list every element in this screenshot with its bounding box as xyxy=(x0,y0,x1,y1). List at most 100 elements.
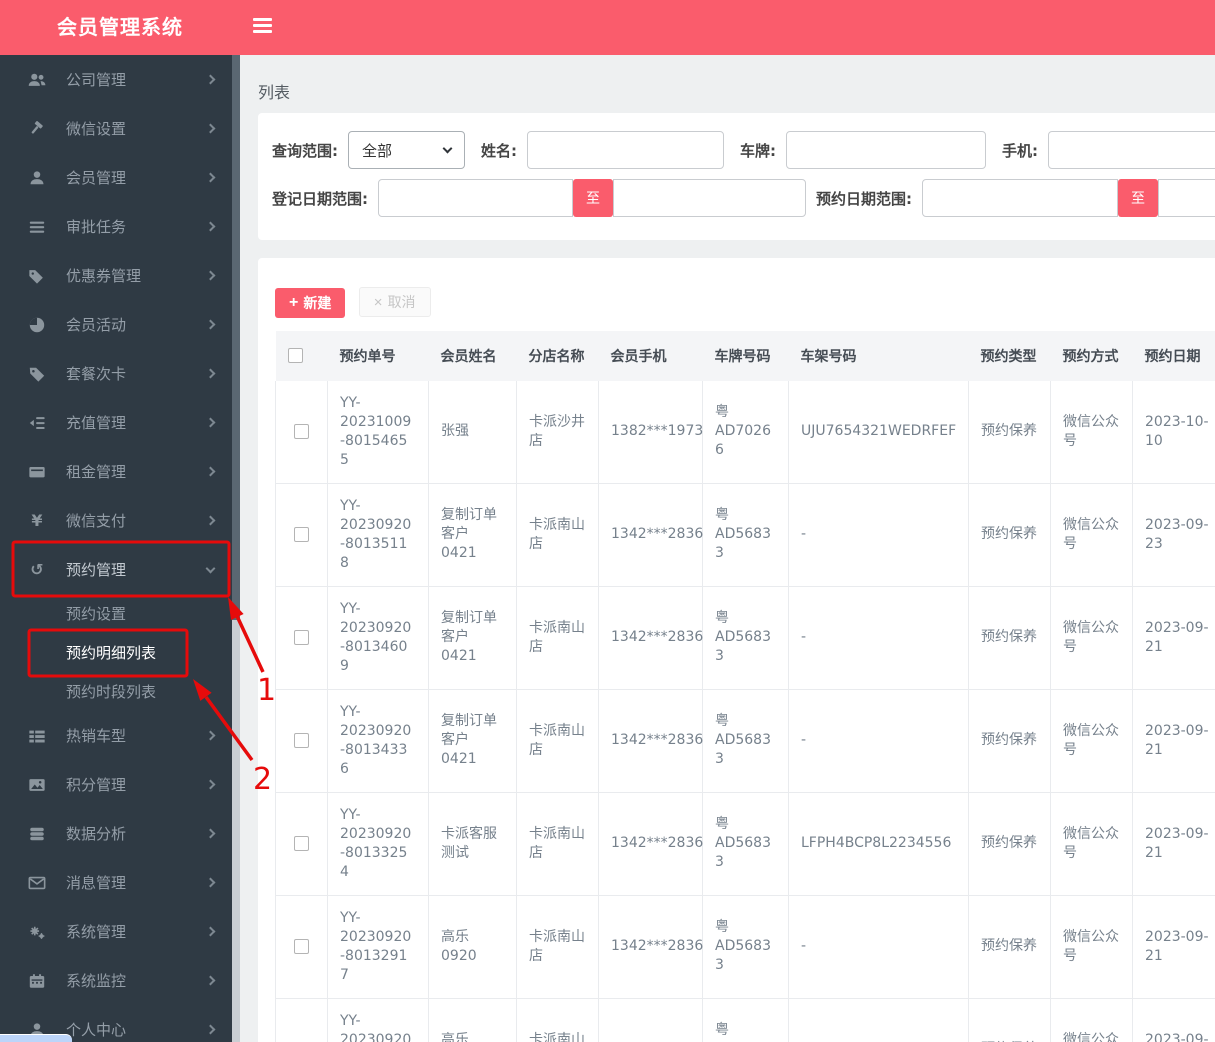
sidebar-item-coupons[interactable]: 优惠券管理 xyxy=(0,251,232,300)
link-preview-tooltip xyxy=(0,1034,72,1042)
row-checkbox[interactable] xyxy=(294,732,309,748)
cell-branch: 卡派南山店 xyxy=(516,689,599,793)
sidebar-item-recharge[interactable]: 充值管理 xyxy=(0,398,232,447)
cell-date: 2023-09-21 xyxy=(1132,792,1215,896)
cell-order-no: YY-20230920-80132674 xyxy=(327,998,429,1042)
name-input[interactable] xyxy=(527,131,724,169)
chevron-right-icon xyxy=(205,828,216,839)
sidebar-subitem-appointment-timeslot-list[interactable]: 预约时段列表 xyxy=(0,672,232,711)
card-icon xyxy=(27,462,47,482)
row-checkbox[interactable] xyxy=(294,526,309,542)
sidebar-item-system-management[interactable]: 系统管理 xyxy=(0,907,232,956)
cell-order-no: YY-20230920-80135118 xyxy=(327,483,429,587)
select-all-checkbox[interactable] xyxy=(287,348,303,363)
cell-date: 2023-09-21 xyxy=(1132,689,1215,793)
cell-vin: LFPH4BCP8L2234556 xyxy=(788,792,969,896)
sidebar-item-wechat-settings[interactable]: 微信设置 xyxy=(0,104,232,153)
close-icon: × xyxy=(373,293,383,311)
appointments-table: 预约单号 会员姓名 分店名称 会员手机 车牌号码 车架号码 预约类型 预约方式 … xyxy=(275,330,1215,1042)
chevron-right-icon xyxy=(205,779,216,790)
pie-chart-icon xyxy=(27,315,47,335)
cell-method: 微信公众号 xyxy=(1050,380,1133,484)
envelope-icon xyxy=(27,873,47,893)
table-row: YY-20230920-80132917 高乐0920 卡派南山店 1342**… xyxy=(275,895,1215,999)
table-row: YY-20230920-80133254 卡派客服测试 卡派南山店 1342**… xyxy=(275,792,1215,896)
chevron-right-icon xyxy=(205,975,216,986)
plus-icon: + xyxy=(289,293,299,311)
chevron-right-icon xyxy=(205,1024,216,1035)
chevron-right-icon xyxy=(205,270,216,281)
table-header-row: 预约单号 会员姓名 分店名称 会员手机 车牌号码 车架号码 预约类型 预约方式 … xyxy=(275,330,1215,381)
row-checkbox[interactable] xyxy=(294,629,309,645)
table-row: YY-20231009-80154655 张强 卡派沙井店 1382***197… xyxy=(275,380,1215,484)
cell-member-name: 卡派客服测试 xyxy=(428,792,517,896)
sidebar-item-system-monitor[interactable]: 系统监控 xyxy=(0,956,232,1005)
chevron-right-icon xyxy=(205,515,216,526)
cell-vin: - xyxy=(788,689,969,793)
cell-branch: 卡派南山店 xyxy=(516,998,599,1042)
cell-plate: 粤AD70266 xyxy=(702,380,789,484)
top-bar: 会员管理系统 xyxy=(0,0,1215,55)
sidebar-item-approval-tasks[interactable]: 审批任务 xyxy=(0,202,232,251)
chevron-right-icon xyxy=(205,221,216,232)
cell-branch: 卡派南山店 xyxy=(516,792,599,896)
sidebar-item-members[interactable]: 会员管理 xyxy=(0,153,232,202)
sidebar-item-points[interactable]: 积分管理 xyxy=(0,760,232,809)
row-checkbox[interactable] xyxy=(294,938,309,954)
sidebar-item-hot-models[interactable]: 热销车型 xyxy=(0,711,232,760)
sidebar-item-rent[interactable]: 租金管理 xyxy=(0,447,232,496)
cell-phone: 1342***2836 xyxy=(598,895,703,999)
cell-branch: 卡派南山店 xyxy=(516,895,599,999)
database-icon xyxy=(27,824,47,844)
cancel-button[interactable]: × 取消 xyxy=(358,287,431,317)
main-content: 列表 查询范围: 全部 姓名: 车牌: 手机: 登记日期范围: 至 预约日期范围… xyxy=(240,55,1215,1042)
appointment-date-to-input[interactable] xyxy=(1158,179,1215,217)
sidebar-item-member-activities[interactable]: 会员活动 xyxy=(0,300,232,349)
gears-icon xyxy=(27,922,47,942)
sidebar-item-messages[interactable]: 消息管理 xyxy=(0,858,232,907)
sidebar-subitem-appointment-settings[interactable]: 预约设置 xyxy=(0,594,232,633)
name-label: 姓名: xyxy=(481,141,517,160)
sidebar-item-appointments[interactable]: ↺ 预约管理 xyxy=(0,545,232,594)
sidebar-subitem-appointment-detail-list[interactable]: 预约明细列表 xyxy=(0,633,232,672)
row-checkbox[interactable] xyxy=(294,835,309,851)
chevron-down-icon xyxy=(205,563,216,573)
cell-method: 微信公众号 xyxy=(1050,586,1133,690)
hamburger-menu-icon[interactable] xyxy=(253,18,273,37)
register-date-to-input[interactable] xyxy=(613,179,806,217)
scope-select[interactable]: 全部 xyxy=(348,131,465,169)
sidebar-item-data-analysis[interactable]: 数据分析 xyxy=(0,809,232,858)
table-row: YY-20230920-80132674 高乐0920 卡派南山店 1342**… xyxy=(275,998,1215,1042)
cell-type: 预约保养 xyxy=(968,483,1051,587)
table-row: YY-20230920-80134609 复制订单客户0421 卡派南山店 13… xyxy=(275,586,1215,690)
outdent-icon xyxy=(27,413,47,433)
register-date-to-button[interactable]: 至 xyxy=(573,179,613,217)
sidebar-item-package-cards[interactable]: 套餐次卡 xyxy=(0,349,232,398)
register-date-from-input[interactable] xyxy=(378,179,573,217)
cell-vin: - xyxy=(788,895,969,999)
cell-branch: 卡派南山店 xyxy=(516,483,599,587)
toolbar: + 新建 × 取消 xyxy=(275,287,1215,318)
sidebar-scrollbar[interactable] xyxy=(232,55,240,1042)
sidebar-item-company[interactable]: 公司管理 xyxy=(0,55,232,104)
cell-method: 微信公众号 xyxy=(1050,998,1133,1042)
chevron-right-icon xyxy=(205,368,216,379)
appointment-date-to-button[interactable]: 至 xyxy=(1118,179,1158,217)
new-button[interactable]: + 新建 xyxy=(275,287,346,318)
chevron-right-icon xyxy=(205,877,216,888)
cell-phone: 1342***2836 xyxy=(598,483,703,587)
sidebar-item-wechat-pay[interactable]: ¥ 微信支付 xyxy=(0,496,232,545)
cell-vin: - xyxy=(788,586,969,690)
appointment-date-from-input[interactable] xyxy=(922,179,1118,217)
scope-label: 查询范围: xyxy=(272,141,338,160)
column-header-type: 预约类型 xyxy=(968,330,1051,381)
sidebar-scrollbar-thumb[interactable] xyxy=(232,55,240,620)
chevron-down-icon xyxy=(442,143,453,154)
plate-input[interactable] xyxy=(786,131,986,169)
phone-input[interactable] xyxy=(1048,131,1215,169)
history-icon: ↺ xyxy=(30,560,44,579)
column-header-phone: 会员手机 xyxy=(598,330,703,381)
users-icon xyxy=(27,70,47,90)
cell-plate: 粤AD56833 xyxy=(702,895,789,999)
row-checkbox[interactable] xyxy=(294,423,309,439)
